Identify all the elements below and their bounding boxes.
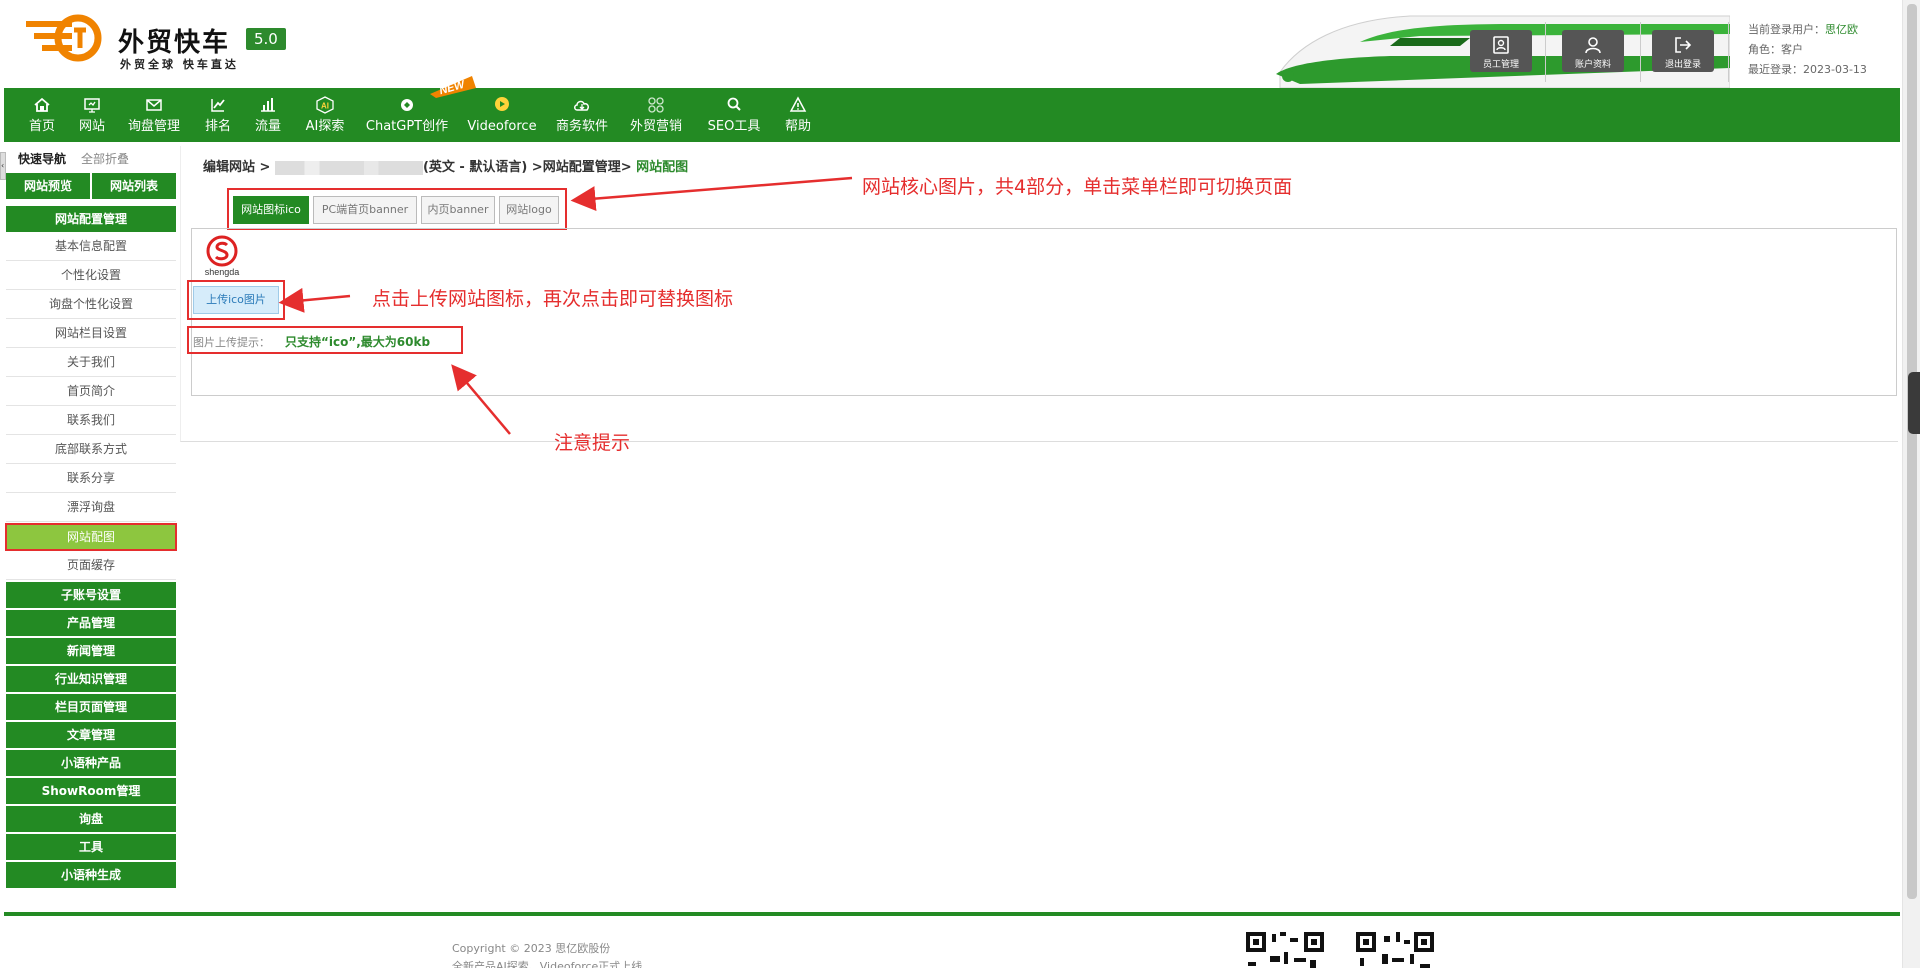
footer-copyright: Copyright © 2023 思亿欧股份 全新产品AI探索、Videofor… — [452, 940, 642, 968]
annotation-upload-note: 点击上传网站图标，再次点击即可替换图标 — [372, 288, 734, 310]
qr-code-1 — [1244, 930, 1326, 968]
annotation-hint-note: 注意提示 — [554, 432, 631, 454]
copyright-text: Copyright © 2023 思亿欧股份 — [452, 942, 611, 955]
scrollbar-thumb[interactable] — [1907, 4, 1917, 899]
side-panel-handle[interactable] — [1908, 372, 1920, 434]
arrow-to-tabs — [570, 176, 853, 212]
footer-news-text: 全新产品AI探索、Videoforce正式上线 — [452, 960, 643, 968]
annotation-tabs-note: 网站核心图片，共4部分，单击菜单栏即可切换页面 — [862, 176, 1293, 198]
footer-divider — [4, 912, 1900, 916]
arrow-to-hint — [451, 364, 511, 435]
qr-code-2 — [1354, 930, 1436, 968]
arrow-to-upload — [278, 287, 351, 313]
annotation-arrows — [278, 176, 853, 435]
vertical-scrollbar[interactable] — [1902, 0, 1920, 968]
app-window: 外贸快车 外贸全球 快车直达 5.0 员工管理 账户资料 退出登录 当前登录用户… — [0, 0, 1920, 968]
